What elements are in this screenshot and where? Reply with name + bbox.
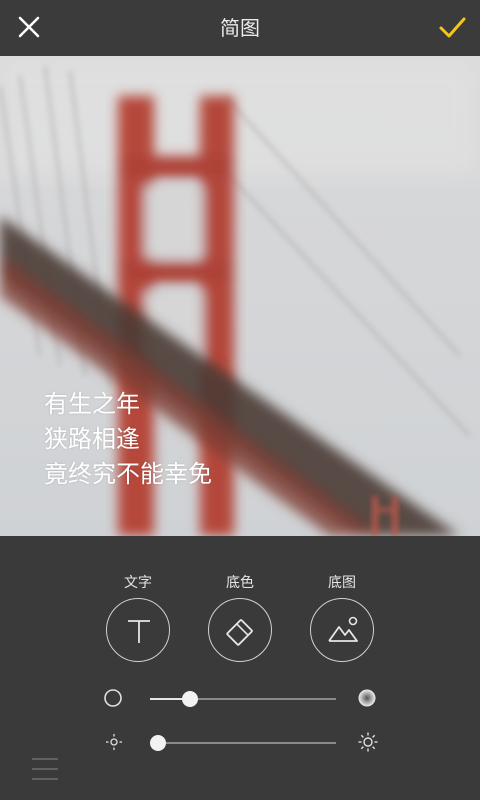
- tool-bgcolor[interactable]: 底色: [206, 572, 274, 662]
- menu-lines-icon[interactable]: [32, 758, 58, 780]
- tool-bgcolor-label: 底色: [226, 575, 254, 591]
- circle-outline-icon: [104, 689, 122, 707]
- brightness-slider-row: [0, 722, 480, 762]
- blur-slider-fill: [150, 698, 182, 700]
- blur-circle-icon: [358, 689, 376, 707]
- tool-bgimage-button[interactable]: [310, 598, 374, 662]
- text-line: 有生之年: [44, 390, 140, 418]
- tool-bgcolor-button[interactable]: [208, 598, 272, 662]
- image-canvas[interactable]: 有生之年 狭路相逢 竟终究不能幸免: [0, 56, 480, 536]
- edit-panel: 文字 底色 底图: [0, 536, 480, 800]
- blur-slider-row: [0, 678, 480, 718]
- text-line: 狭路相逢: [44, 425, 140, 453]
- tool-text-label: 文字: [124, 575, 152, 591]
- tool-text-button[interactable]: [106, 598, 170, 662]
- sun-large-icon: [358, 732, 378, 752]
- overlay-text[interactable]: 有生之年 狭路相逢 竟终究不能幸免: [44, 387, 212, 492]
- text-t-icon: [128, 620, 150, 643]
- close-button[interactable]: [12, 10, 48, 46]
- close-icon: [18, 16, 40, 38]
- paint-bucket-icon: [226, 619, 253, 646]
- mountain-image-icon: [328, 616, 358, 642]
- checkmark-icon: [439, 17, 466, 38]
- top-bar: 简图: [0, 0, 480, 56]
- brightness-slider-track[interactable]: [150, 742, 336, 744]
- tool-bgimage-label: 底图: [328, 575, 356, 591]
- page-title: 简图: [220, 16, 260, 40]
- tool-text[interactable]: 文字: [104, 572, 172, 662]
- sun-small-icon: [106, 734, 122, 750]
- blur-slider-thumb[interactable]: [181, 691, 198, 707]
- text-line: 竟终究不能幸免: [44, 460, 212, 488]
- confirm-button[interactable]: [434, 10, 470, 46]
- brightness-slider-thumb[interactable]: [150, 735, 166, 751]
- tool-bgimage[interactable]: 底图: [308, 572, 376, 662]
